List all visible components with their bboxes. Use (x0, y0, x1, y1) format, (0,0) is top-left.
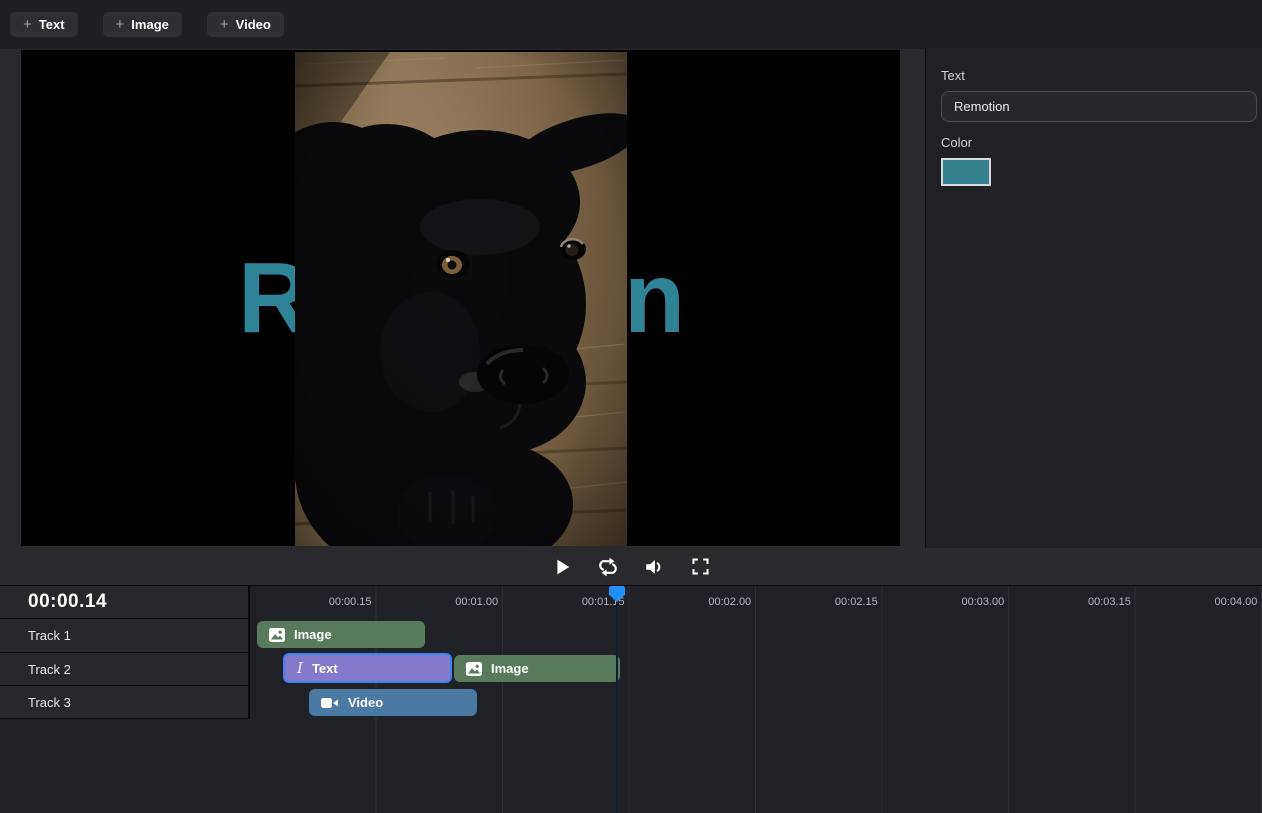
clip-label: Text (312, 661, 338, 676)
track-name: Track 2 (28, 662, 71, 677)
fullscreen-button[interactable] (688, 555, 712, 579)
video-editor-app: + Text + Image + Video Remotion (0, 0, 1262, 813)
ruler-tick: 00:01.00 (377, 586, 504, 618)
add-image-button[interactable]: + Image (103, 12, 182, 37)
play-icon (551, 556, 573, 578)
plus-icon: + (116, 17, 125, 32)
clip-image-track2[interactable]: Image (454, 655, 620, 682)
timeline-ruler[interactable]: 00:00.15 00:01.00 00:01.15 00:02.00 00:0… (250, 586, 1262, 618)
volume-button[interactable] (642, 555, 666, 579)
track-header-1: Track 1 (0, 619, 250, 653)
add-text-button[interactable]: + Text (10, 12, 78, 37)
plus-icon: + (23, 17, 32, 32)
image-icon (466, 662, 482, 676)
track-header-3: Track 3 (0, 686, 250, 719)
color-swatch[interactable] (941, 158, 991, 186)
dog-photo (295, 52, 627, 546)
clip-label: Video (348, 695, 383, 710)
add-image-label: Image (131, 17, 169, 32)
volume-icon (643, 556, 665, 578)
play-button[interactable] (550, 555, 574, 579)
fullscreen-icon (690, 556, 711, 577)
loop-button[interactable] (596, 555, 620, 579)
ruler-tick: 00:03.00 (883, 586, 1010, 618)
loop-icon (596, 555, 620, 579)
timeline-lanes[interactable]: 00:00.15 00:01.00 00:01.15 00:02.00 00:0… (250, 586, 1262, 813)
timecode-cell: 00:00.14 (0, 586, 250, 619)
clip-label: Image (294, 627, 332, 642)
player-bar (0, 548, 1262, 585)
track-name: Track 3 (28, 695, 71, 710)
add-video-label: Video (236, 17, 271, 32)
playhead-line (616, 594, 618, 813)
image-icon (269, 628, 285, 642)
track-name: Track 1 (28, 628, 71, 643)
add-video-button[interactable]: + Video (207, 12, 284, 37)
text-input[interactable]: Remotion (941, 91, 1257, 122)
timeline-left-column: 00:00.14 Track 1 Track 2 Track 3 (0, 586, 250, 719)
track-header-2: Track 2 (0, 653, 250, 686)
clip-text-track2-selected[interactable]: I Text (283, 653, 452, 683)
ruler-tick: 00:00.15 (250, 586, 377, 618)
ruler-tick: 00:04.00 (1136, 586, 1262, 618)
ruler-tick: 00:02.15 (756, 586, 883, 618)
clip-video-track3[interactable]: Video (309, 689, 477, 716)
text-field-label: Text (941, 68, 1248, 83)
ruler-tick: 00:03.15 (1009, 586, 1136, 618)
timeline: 00:00.15 00:01.00 00:01.15 00:02.00 00:0… (0, 585, 1262, 813)
toolbar: + Text + Image + Video (0, 0, 1262, 49)
italic-i-icon: I (297, 659, 303, 677)
ruler-tick: 00:02.00 (630, 586, 757, 618)
add-text-label: Text (39, 17, 65, 32)
current-timecode: 00:00.14 (28, 591, 107, 613)
video-camera-icon (321, 697, 339, 709)
preview-canvas: Remotion (21, 50, 900, 546)
color-field-label: Color (941, 135, 1248, 150)
plus-icon: + (220, 17, 229, 32)
inspector-panel: Text Remotion Color (925, 48, 1262, 548)
clip-image-track1[interactable]: Image (257, 621, 425, 648)
clip-label: Image (491, 661, 529, 676)
